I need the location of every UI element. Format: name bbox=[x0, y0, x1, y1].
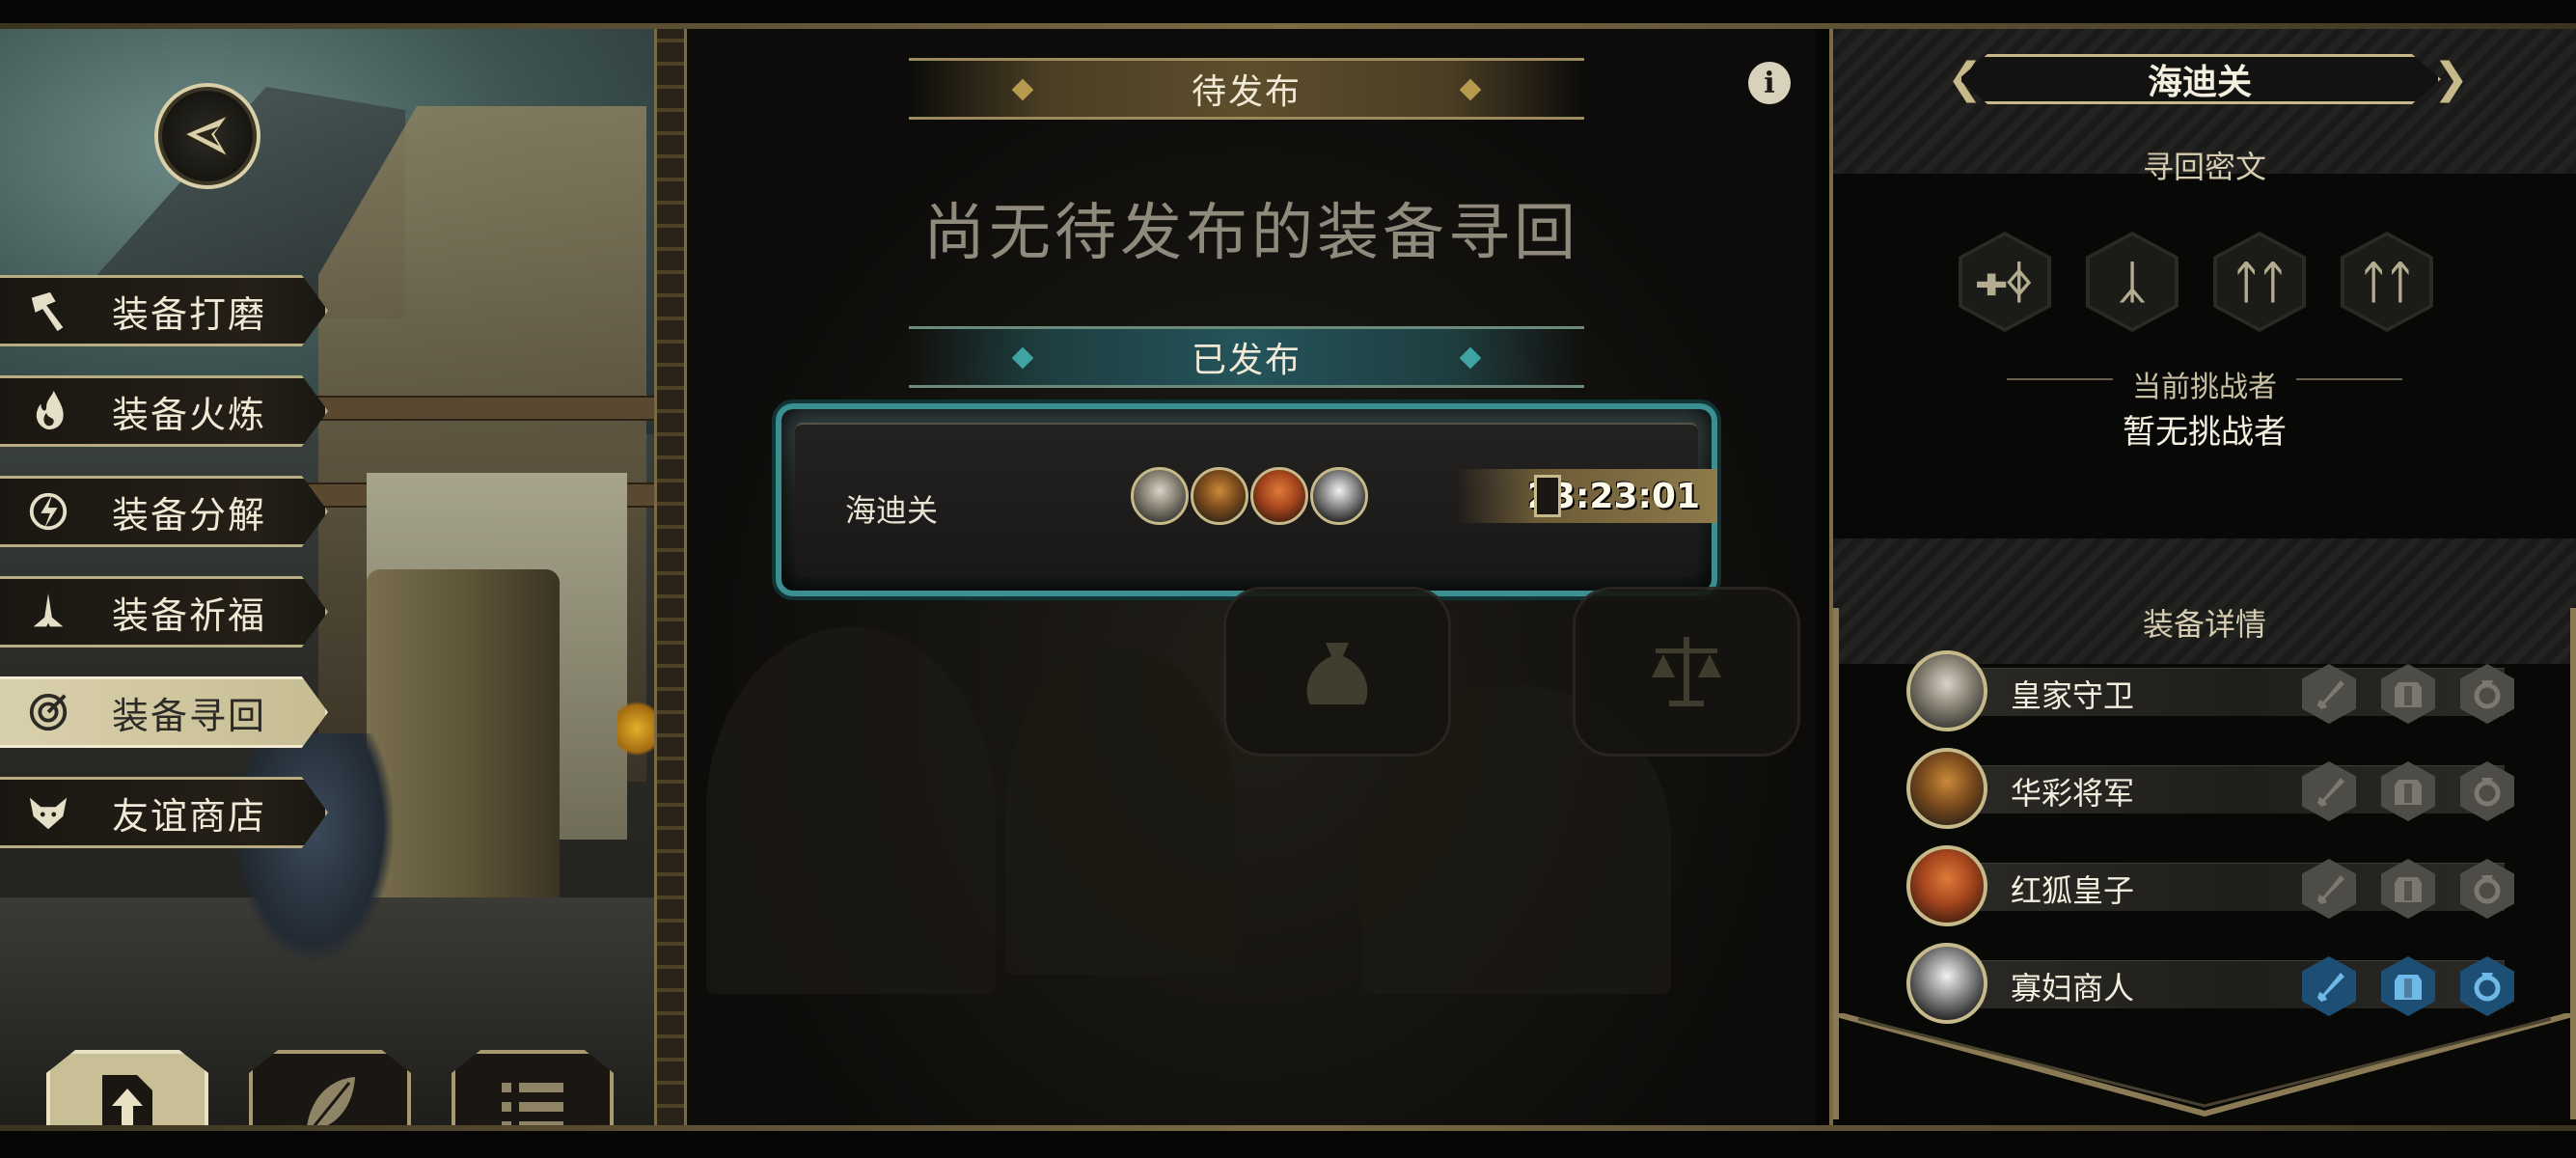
back-button[interactable] bbox=[154, 83, 260, 189]
pending-banner: 待发布 bbox=[909, 58, 1584, 120]
menu-item-shop[interactable]: 友谊商店 bbox=[0, 777, 328, 848]
menu-item-label: 装备寻回 bbox=[112, 694, 267, 737]
hero-name: 寡妇商人 bbox=[2011, 970, 2135, 1006]
diamond-ornament bbox=[1459, 346, 1482, 370]
target-icon bbox=[23, 687, 73, 737]
center-panel: 待发布 i 尚无待发布的装备寻回 已发布 海迪关 23:23:01 bbox=[687, 29, 1816, 1125]
reward-bag-bubble bbox=[1223, 587, 1451, 757]
background-character bbox=[706, 627, 996, 994]
hammer-icon bbox=[23, 286, 73, 336]
published-title: 已发布 bbox=[1191, 341, 1302, 380]
background-character bbox=[1005, 647, 1237, 975]
praying-hands-icon bbox=[23, 587, 73, 637]
menu-item-label: 装备火炼 bbox=[112, 393, 267, 436]
empty-state-text: 尚无待发布的装备寻回 bbox=[923, 198, 1579, 269]
menu-item-label: 友谊商店 bbox=[112, 794, 267, 838]
flame-icon bbox=[23, 386, 73, 436]
dismantle-icon bbox=[23, 486, 73, 537]
runes-heading: 寻回密文 bbox=[2142, 149, 2266, 185]
published-quest-card[interactable]: 海迪关 23:23:01 bbox=[776, 403, 1717, 596]
menu-item-retrieve[interactable]: 装备寻回 bbox=[0, 676, 328, 748]
list-icon bbox=[502, 1083, 563, 1125]
challenger-heading: 当前挑战者 bbox=[2132, 371, 2277, 404]
hero-avatar bbox=[1906, 650, 1987, 731]
game-screen: 装备打磨 装备火炼 装备分解 装备祈福 装备寻回 友谊商店 待发布 i 尚无待发… bbox=[0, 0, 2576, 1158]
menu-item-bless[interactable]: 装备祈福 bbox=[0, 576, 328, 648]
hero-row[interactable]: 红狐皇子 bbox=[1906, 841, 2514, 928]
menu-item-dismantle[interactable]: 装备分解 bbox=[0, 476, 328, 547]
fox-icon bbox=[23, 787, 73, 838]
back-arrow-icon bbox=[181, 112, 232, 160]
avatar-red-fox-prince bbox=[1250, 467, 1308, 525]
menu-item-label: 装备打磨 bbox=[112, 292, 267, 336]
hero-row[interactable]: 华彩将军 bbox=[1906, 744, 2514, 831]
bottom-border bbox=[0, 1125, 2576, 1131]
menu-item-label: 装备分解 bbox=[112, 493, 267, 537]
rune-2-glyph: ᛣ bbox=[2090, 235, 2175, 328]
hero-name: 华彩将军 bbox=[2011, 775, 2135, 812]
rune-3: ᛏᛏ bbox=[2213, 232, 2306, 332]
diamond-ornament bbox=[1459, 78, 1482, 101]
rune-3-glyph: ᛏᛏ bbox=[2217, 235, 2302, 328]
challenger-value: 暂无挑战者 bbox=[2123, 413, 2287, 452]
diamond-ornament bbox=[1011, 78, 1034, 101]
hourglass-icon bbox=[1534, 475, 1561, 517]
location-title-frame: 海迪关 bbox=[1959, 54, 2441, 104]
tab-feather[interactable] bbox=[249, 1050, 411, 1125]
info-icon[interactable]: i bbox=[1748, 62, 1791, 104]
scales-bubble bbox=[1573, 587, 1800, 757]
divider-line bbox=[2296, 378, 2402, 380]
rune-4-glyph: ᛏᛏ bbox=[2344, 235, 2429, 328]
decorative-border bbox=[654, 29, 687, 1125]
rune-2: ᛣ bbox=[2086, 232, 2179, 332]
avatar-royal-guard bbox=[1131, 467, 1189, 525]
rune-4: ᛏᛏ bbox=[2341, 232, 2433, 332]
details-frame-bottom bbox=[1832, 1013, 2576, 1117]
hero-row[interactable]: 寡妇商人 bbox=[1906, 939, 2514, 1026]
quest-name: 海迪关 bbox=[845, 492, 939, 529]
avatar-widow-merchant bbox=[1310, 467, 1368, 525]
avatar-general bbox=[1191, 467, 1248, 525]
timer-box: 23:23:01 bbox=[1457, 469, 1717, 523]
background-flower bbox=[617, 695, 656, 762]
hero-avatar bbox=[1906, 845, 1987, 926]
hero-avatar bbox=[1906, 943, 1987, 1024]
diamond-ornament bbox=[1011, 346, 1034, 370]
hero-avatar bbox=[1906, 748, 1987, 829]
rune-1: ᚐᛄ bbox=[1959, 232, 2051, 332]
rune-1-glyph: ᚐᛄ bbox=[1962, 235, 2047, 328]
pending-title: 待发布 bbox=[1191, 72, 1302, 112]
hero-name: 皇家守卫 bbox=[2011, 677, 2135, 714]
menu-item-label: 装备祈福 bbox=[112, 593, 267, 637]
hero-row[interactable]: 皇家守卫 bbox=[1906, 647, 2514, 733]
upload-document-icon bbox=[102, 1075, 152, 1125]
tab-publish[interactable] bbox=[46, 1050, 208, 1125]
left-panel: 装备打磨装备火炼装备分解装备祈福装备寻回友谊商店 bbox=[0, 29, 656, 1125]
menu-item-polish[interactable]: 装备打磨 bbox=[0, 275, 328, 346]
feather-icon bbox=[301, 1077, 355, 1125]
chevron-right-icon[interactable]: ❯ bbox=[2433, 56, 2469, 102]
background-character bbox=[232, 733, 396, 965]
location-title: 海迪关 bbox=[2147, 63, 2252, 102]
right-panel: ❮ 海迪关 ❯ 寻回密文 ᚐᛄ ᛣ ᛏᛏ ᛏᛏ 当前挑战者 暂无挑战者 装备详情… bbox=[1829, 29, 2576, 1125]
published-banner: 已发布 bbox=[909, 326, 1584, 388]
tab-list[interactable] bbox=[452, 1050, 614, 1125]
hero-name: 红狐皇子 bbox=[2011, 872, 2135, 909]
scales-icon bbox=[1652, 637, 1721, 706]
menu-item-forge[interactable]: 装备火炼 bbox=[0, 375, 328, 447]
money-bag-icon bbox=[1306, 643, 1368, 704]
